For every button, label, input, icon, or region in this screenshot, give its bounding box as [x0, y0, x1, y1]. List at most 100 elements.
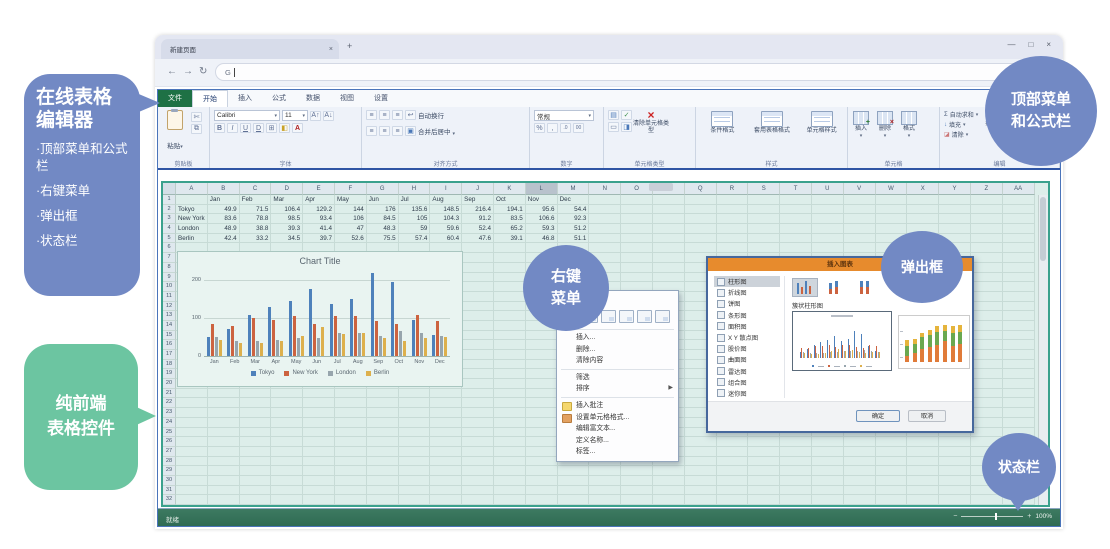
cell-J18[interactable]: [462, 360, 494, 370]
cell-S26[interactable]: [748, 437, 780, 447]
cell-U31[interactable]: [812, 486, 844, 496]
cell-K6[interactable]: [494, 243, 526, 253]
cell-X2[interactable]: [907, 205, 939, 215]
cell-H29[interactable]: [399, 466, 431, 476]
cell-O4[interactable]: [621, 224, 653, 234]
cell-AA5[interactable]: [1003, 234, 1035, 244]
chart-type-8[interactable]: 曲面图: [714, 354, 780, 365]
row-header-8[interactable]: 8: [163, 263, 176, 273]
cell-L1[interactable]: Nov: [526, 195, 558, 205]
cell-Z1[interactable]: [971, 195, 1003, 205]
cell-E23[interactable]: [303, 408, 335, 418]
cell-G25[interactable]: [367, 428, 399, 438]
cell-B25[interactable]: [208, 428, 240, 438]
cell-M30[interactable]: [558, 476, 590, 486]
cell-V31[interactable]: [844, 486, 876, 496]
cell-Q27[interactable]: [685, 447, 717, 457]
cell-N29[interactable]: [589, 466, 621, 476]
cell-J20[interactable]: [462, 379, 494, 389]
cell-I1[interactable]: Aug: [430, 195, 462, 205]
cell-AA4[interactable]: [1003, 224, 1035, 234]
cell-X29[interactable]: [907, 466, 939, 476]
cell-O8[interactable]: [621, 263, 653, 273]
cell-Y28[interactable]: [939, 457, 971, 467]
cell-H25[interactable]: [399, 428, 431, 438]
cell-C21[interactable]: [240, 389, 272, 399]
context-menu-item-9[interactable]: 设置单元格格式...: [557, 412, 678, 424]
cell-D27[interactable]: [271, 447, 303, 457]
context-menu-item-10[interactable]: 编辑富文本...: [557, 423, 678, 435]
cell-M31[interactable]: [558, 486, 590, 496]
row-header-20[interactable]: 20: [163, 379, 176, 389]
ribbon-tab-4[interactable]: 公式: [262, 90, 296, 107]
column-header-E[interactable]: E: [303, 183, 335, 195]
window-minimize-icon[interactable]: —: [1007, 40, 1015, 49]
cell-L3[interactable]: 106.6: [526, 214, 558, 224]
column-header-H[interactable]: H: [399, 183, 431, 195]
chart-type-3[interactable]: 饼图: [714, 298, 780, 309]
cell-S5[interactable]: [748, 234, 780, 244]
column-header-A[interactable]: A: [176, 183, 208, 195]
cell-AA17[interactable]: [1003, 350, 1035, 360]
cell-O30[interactable]: [621, 476, 653, 486]
cell-AA14[interactable]: [1003, 321, 1035, 331]
merge-center-icon[interactable]: [405, 126, 416, 136]
cell-M5[interactable]: 51.1: [558, 234, 590, 244]
cell-N30[interactable]: [589, 476, 621, 486]
cell-G30[interactable]: [367, 476, 399, 486]
cell-T4[interactable]: [780, 224, 812, 234]
cell-T29[interactable]: [780, 466, 812, 476]
cell-M4[interactable]: 51.2: [558, 224, 590, 234]
cell-C23[interactable]: [240, 408, 272, 418]
column-header-T[interactable]: T: [780, 183, 812, 195]
cell-G3[interactable]: 84.5: [367, 214, 399, 224]
cell-G31[interactable]: [367, 486, 399, 496]
back-icon[interactable]: ←: [167, 66, 177, 77]
cell-K1[interactable]: Oct: [494, 195, 526, 205]
cell-D5[interactable]: 34.5: [271, 234, 303, 244]
cell-O3[interactable]: [621, 214, 653, 224]
zoom-in-icon[interactable]: +: [1027, 513, 1031, 520]
cell-G1[interactable]: Jun: [367, 195, 399, 205]
cell-O1[interactable]: [621, 195, 653, 205]
cell-J22[interactable]: [462, 398, 494, 408]
cell-D25[interactable]: [271, 428, 303, 438]
cell-O29[interactable]: [621, 466, 653, 476]
cell-T30[interactable]: [780, 476, 812, 486]
cell-T2[interactable]: [780, 205, 812, 215]
celltype-checkbox-icon[interactable]: [621, 110, 632, 120]
chart-type-5[interactable]: 面积图: [714, 321, 780, 332]
cell-Y27[interactable]: [939, 447, 971, 457]
align-top-icon[interactable]: [366, 110, 377, 120]
cell-Z12[interactable]: [971, 302, 1003, 312]
cell-G21[interactable]: [367, 389, 399, 399]
cell-R3[interactable]: [717, 214, 749, 224]
context-menu-item-12[interactable]: 标签...: [557, 446, 678, 458]
column-header-Z[interactable]: Z: [971, 183, 1003, 195]
cell-F22[interactable]: [335, 398, 367, 408]
row-header-19[interactable]: 19: [163, 369, 176, 379]
cell-V27[interactable]: [844, 447, 876, 457]
cell-F32[interactable]: [335, 495, 367, 505]
cell-T26[interactable]: [780, 437, 812, 447]
bold-icon[interactable]: [214, 123, 225, 133]
row-header-9[interactable]: 9: [163, 273, 176, 283]
cell-O7[interactable]: [621, 253, 653, 263]
cell-L21[interactable]: [526, 389, 558, 399]
cell-J3[interactable]: 91.2: [462, 214, 494, 224]
copy-icon[interactable]: [191, 124, 202, 134]
wrap-text-label[interactable]: 自动换行: [418, 110, 444, 120]
cell-J14[interactable]: [462, 321, 494, 331]
cell-B27[interactable]: [208, 447, 240, 457]
cell-G2[interactable]: 176: [367, 205, 399, 215]
cell-E32[interactable]: [303, 495, 335, 505]
paste-button[interactable]: 粘贴: [162, 110, 188, 153]
cell-K7[interactable]: [494, 253, 526, 263]
cell-M3[interactable]: 92.3: [558, 214, 590, 224]
cell-W30[interactable]: [876, 476, 908, 486]
cell-K26[interactable]: [494, 437, 526, 447]
delete-cells-button[interactable]: 删除: [876, 110, 894, 159]
cell-AA15[interactable]: [1003, 331, 1035, 341]
cell-B4[interactable]: 48.9: [208, 224, 240, 234]
cell-E3[interactable]: 93.4: [303, 214, 335, 224]
